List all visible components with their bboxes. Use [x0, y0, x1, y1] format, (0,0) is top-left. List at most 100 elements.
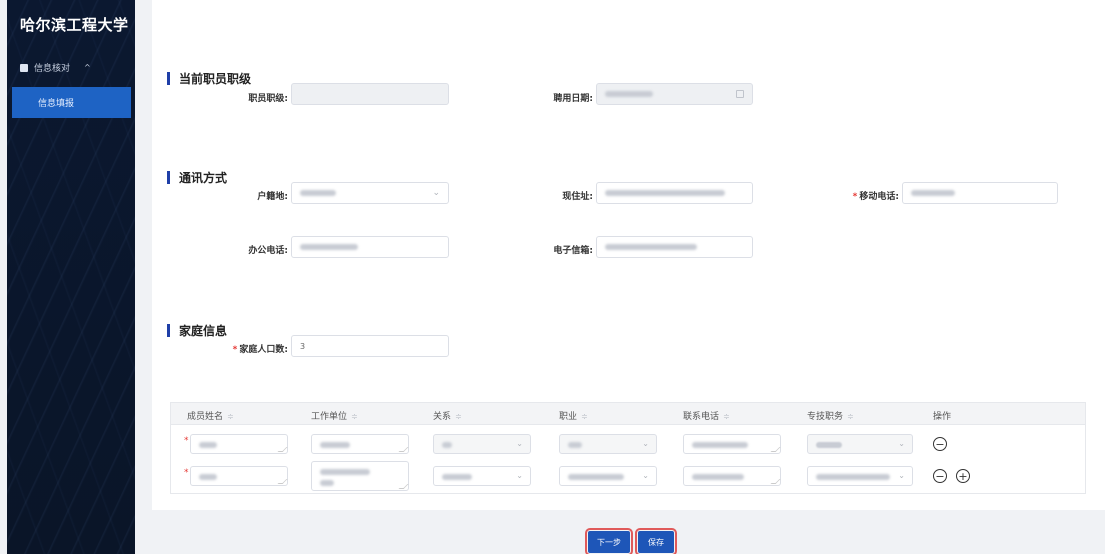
chevron-down-icon: ⌄ — [898, 439, 905, 448]
resize-handle-icon — [277, 447, 288, 452]
col-header-text: 工作单位 — [311, 412, 348, 422]
section-title-family: 家庭信息 — [167, 322, 227, 339]
email-label: 电子信箱: — [553, 246, 593, 256]
family-count-input[interactable]: 3 — [291, 335, 449, 357]
menu-icon — [20, 63, 28, 72]
required-mark: * — [232, 345, 238, 355]
chevron-down-icon: ⌄ — [642, 471, 649, 480]
office-phone-input[interactable] — [291, 236, 449, 258]
member-relation-value — [442, 474, 472, 480]
chevron-down-icon: ⌄ — [642, 439, 649, 448]
address-input[interactable] — [596, 182, 753, 204]
required-mark: * — [184, 468, 189, 478]
university-logo-text: 哈尔滨工程大学 — [20, 16, 129, 34]
household-select[interactable]: ⌄ — [291, 182, 449, 204]
sort-icon[interactable]: ≑ — [455, 412, 462, 421]
chevron-up-icon: ^ — [84, 63, 91, 72]
col-header-phone[interactable]: 联系电话 ≑ — [683, 409, 730, 422]
member-relation-value — [442, 442, 452, 448]
member-occupation-select[interactable]: ⌄ — [559, 466, 657, 486]
resize-handle-icon — [398, 447, 409, 452]
rank-label: 职员职级: — [248, 94, 288, 104]
member-workplace-field[interactable] — [311, 461, 409, 491]
sort-icon[interactable]: ≑ — [723, 412, 730, 421]
office-phone-label: 办公电话: — [248, 246, 288, 256]
col-header-text: 专技职务 — [807, 412, 844, 422]
mobile-label: * 移动电话: — [822, 189, 899, 202]
member-name-value — [199, 474, 217, 480]
chevron-down-icon: ⌄ — [898, 471, 905, 480]
member-tech-post-value — [816, 442, 842, 448]
hire-date-field — [596, 83, 753, 105]
section-title-text: 家庭信息 — [179, 324, 228, 338]
col-header-text: 关系 — [433, 412, 452, 422]
sort-icon[interactable]: ≑ — [351, 412, 358, 421]
sort-icon[interactable]: ≑ — [227, 412, 234, 421]
email-value — [605, 244, 697, 250]
col-header-relation[interactable]: 关系 ≑ — [433, 409, 462, 422]
resize-handle-icon — [770, 447, 781, 452]
family-members-table: 成员姓名 ≑ 工作单位 ≑ 关系 ≑ 职业 ≑ 联系电话 ≑ 专技职务 ≑ 操作 * ⌄ ⌄… — [170, 402, 1086, 494]
member-name-value — [199, 442, 217, 448]
section-bar — [167, 324, 170, 337]
resize-handle-icon — [398, 484, 409, 489]
col-header-text: 联系电话 — [683, 412, 720, 422]
remove-row-icon[interactable]: − — [933, 469, 947, 483]
address-label: 现住址: — [562, 192, 593, 202]
member-tech-post-select[interactable]: ⌄ — [807, 434, 913, 454]
col-header-tech-post[interactable]: 专技职务 ≑ — [807, 409, 854, 422]
section-bar — [167, 72, 170, 85]
col-header-workplace[interactable]: 工作单位 ≑ — [311, 409, 358, 422]
member-phone-field[interactable] — [683, 466, 781, 486]
col-header-name[interactable]: 成员姓名 ≑ — [187, 409, 234, 422]
section-title-text: 当前职员职级 — [179, 72, 252, 86]
household-value — [300, 190, 336, 196]
member-phone-value — [692, 474, 744, 480]
save-button[interactable]: 保存 — [635, 528, 677, 554]
sidebar-group-info-check[interactable]: 信息核对 ^ — [20, 61, 91, 74]
sidebar: 哈尔滨工程大学 信息核对 ^ 信息填报 — [7, 0, 135, 554]
member-workplace-value — [320, 442, 350, 448]
required-mark: * — [852, 192, 858, 202]
member-phone-field[interactable] — [683, 434, 781, 454]
member-tech-post-value — [816, 474, 890, 480]
sidebar-item-info-fill[interactable]: 信息填报 — [12, 87, 131, 118]
chevron-down-icon: ⌄ — [516, 439, 523, 448]
col-header-text: 成员姓名 — [187, 412, 224, 422]
chevron-down-icon: ⌄ — [516, 471, 523, 480]
member-relation-select[interactable]: ⌄ — [433, 466, 531, 486]
hire-date-label: 聘用日期: — [553, 94, 593, 104]
member-occupation-select[interactable]: ⌄ — [559, 434, 657, 454]
col-header-text: 职业 — [559, 412, 578, 422]
household-label: 户籍地: — [257, 192, 288, 202]
family-count-label: * 家庭人口数: — [220, 342, 288, 355]
member-workplace-field[interactable] — [311, 434, 409, 454]
table-header: 成员姓名 ≑ 工作单位 ≑ 关系 ≑ 职业 ≑ 联系电话 ≑ 专技职务 ≑ 操作 — [171, 403, 1085, 425]
email-input[interactable] — [596, 236, 753, 258]
col-header-actions: 操作 — [933, 412, 952, 422]
member-name-field[interactable] — [190, 434, 288, 454]
member-name-field[interactable] — [190, 466, 288, 486]
member-tech-post-select[interactable]: ⌄ — [807, 466, 913, 486]
rank-field — [291, 83, 449, 105]
resize-handle-icon — [770, 479, 781, 484]
member-workplace-value — [320, 469, 370, 475]
add-row-icon[interactable]: + — [956, 469, 970, 483]
resize-handle-icon — [277, 479, 288, 484]
col-header-occupation[interactable]: 职业 ≑ — [559, 409, 588, 422]
member-occupation-value — [568, 442, 582, 448]
mobile-value — [911, 190, 955, 196]
section-title-rank: 当前职员职级 — [167, 70, 251, 87]
remove-row-icon[interactable]: − — [933, 437, 947, 451]
address-value — [605, 190, 725, 196]
mobile-input[interactable] — [902, 182, 1058, 204]
office-phone-value — [300, 244, 358, 250]
required-mark: * — [184, 436, 189, 446]
next-step-button[interactable]: 下一步 — [585, 528, 633, 554]
member-relation-select[interactable]: ⌄ — [433, 434, 531, 454]
section-bar — [167, 171, 170, 184]
mobile-label-text: 移动电话: — [859, 192, 899, 202]
sort-icon[interactable]: ≑ — [581, 412, 588, 421]
sort-icon[interactable]: ≑ — [847, 412, 854, 421]
chevron-down-icon: ⌄ — [432, 188, 440, 198]
